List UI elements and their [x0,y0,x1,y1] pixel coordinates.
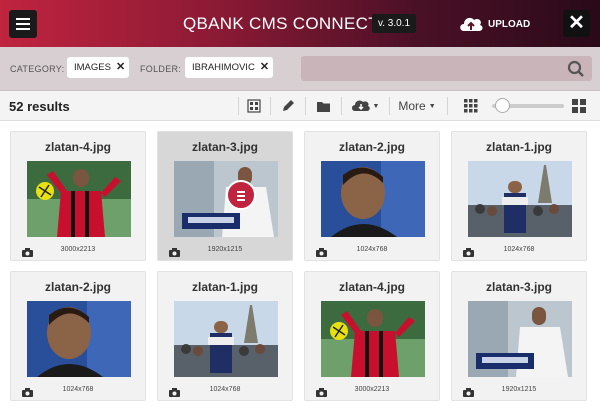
image-thumbnail[interactable] [27,301,131,377]
image-dimensions: 3000x2213 [60,246,96,253]
close-icon: ✕ [568,12,585,34]
image-dimensions: 1024x768 [503,246,535,253]
image-filename: zlatan-4.jpg [44,140,111,154]
image-filename: zlatan-2.jpg [44,280,111,294]
folder-tag-label: IBRAHIMOVIC [192,62,255,73]
select-grid-icon [247,99,261,113]
image-thumbnail[interactable] [468,301,572,377]
filter-bar: CATEGORY: IMAGES ✕ FOLDER: IBRAHIMOVIC ✕ [0,47,600,91]
image-card[interactable]: zlatan-4.jpg 3000x2213 [10,131,146,261]
folder-label: FOLDER: [140,64,182,74]
image-card[interactable]: zlatan-2.jpg 1024x768 [10,271,146,401]
image-card[interactable]: zlatan-2.jpg 1024x768 [304,131,440,261]
results-count: 52 results [9,99,70,114]
list-menu-icon[interactable] [226,180,256,210]
small-grid-button[interactable] [462,95,480,117]
more-label: More [398,99,426,113]
category-tag[interactable]: IMAGES ✕ [67,57,129,78]
image-card[interactable]: zlatan-1.jpg 1024x768 [451,131,587,261]
image-thumbnail[interactable] [468,161,572,237]
image-card[interactable]: zlatan-4.jpg 3000x2213 [304,271,440,401]
image-filename: zlatan-3.jpg [191,140,258,154]
remove-folder-icon[interactable]: ✕ [260,57,269,78]
search-icon[interactable] [567,60,585,78]
image-thumbnail[interactable] [321,301,425,377]
divider [389,97,390,115]
image-filename: zlatan-1.jpg [191,280,258,294]
small-grid-icon [464,99,478,113]
upload-button[interactable]: UPLOAD [458,13,530,35]
image-thumbnail[interactable] [321,161,425,237]
image-dimensions: 3000x2213 [354,386,390,393]
app-header: QBANK CMS CONNECTOR v. 3.0.1 UPLOAD ✕ [0,0,600,47]
large-grid-button[interactable] [570,95,588,117]
slider-handle[interactable] [495,98,510,113]
divider [270,97,271,115]
image-thumbnail[interactable] [174,301,278,377]
close-button[interactable]: ✕ [563,10,590,37]
image-dimensions: 1920x1215 [501,386,537,393]
folder-button[interactable] [312,95,334,117]
category-label: CATEGORY: [10,64,65,74]
category-tag-label: IMAGES [74,62,111,73]
remove-category-icon[interactable]: ✕ [116,57,125,78]
menu-icon [16,18,30,20]
divider [305,97,306,115]
divider [447,97,448,115]
upload-label: UPLOAD [488,18,531,30]
image-thumbnail[interactable] [174,161,278,237]
image-dimensions: 1920x1215 [207,246,243,253]
image-dimensions: 1024x768 [356,246,388,253]
version-badge: v. 3.0.1 [372,14,416,33]
image-filename: zlatan-1.jpg [485,140,552,154]
image-filename: zlatan-3.jpg [485,280,552,294]
menu-button[interactable] [9,10,37,38]
divider [341,97,342,115]
image-dimensions: 1024x768 [209,386,241,393]
image-dimensions: 1024x768 [62,386,94,393]
image-card[interactable]: zlatan-1.jpg 1024x768 [157,271,293,401]
chevron-down-icon: ▼ [372,102,380,110]
folder-tag[interactable]: IBRAHIMOVIC ✕ [185,57,273,78]
select-all-button[interactable] [244,95,264,117]
menu-icon-line [16,28,30,30]
image-grid: zlatan-4.jpg 3000x2213 zlatan-3.jpg 1920x12… [0,122,600,407]
folder-icon [316,101,330,112]
large-grid-icon [572,99,586,113]
pencil-icon [283,100,294,111]
divider [238,97,239,115]
image-card[interactable]: zlatan-3.jpg 1920x1215 [451,271,587,401]
menu-icon-line [16,23,30,25]
more-menu-button[interactable]: More ▼ [395,95,439,117]
chevron-down-icon: ▼ [428,102,436,110]
cloud-download-icon [351,100,370,111]
download-menu-button[interactable]: ▼ [348,95,382,117]
search-input[interactable] [301,56,592,81]
image-filename: zlatan-2.jpg [338,140,405,154]
image-thumbnail[interactable] [27,161,131,237]
cloud-upload-icon [460,17,483,31]
edit-button[interactable] [277,95,299,117]
image-filename: zlatan-4.jpg [338,280,405,294]
image-card[interactable]: zlatan-3.jpg 1920x1215 [157,131,293,261]
